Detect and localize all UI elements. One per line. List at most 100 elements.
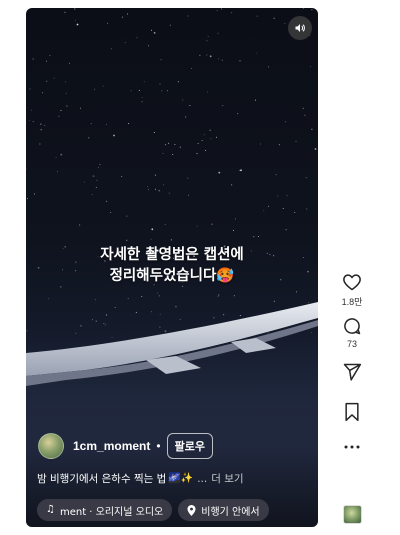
username-link[interactable]: 1cm_moment xyxy=(73,439,150,453)
star xyxy=(124,42,126,44)
star xyxy=(188,194,189,196)
star xyxy=(97,166,99,168)
star xyxy=(147,186,149,188)
star xyxy=(113,134,115,137)
star xyxy=(190,67,192,69)
like-action: 1.8만 xyxy=(334,272,370,307)
star xyxy=(217,32,219,34)
star xyxy=(153,32,156,34)
audio-chip[interactable]: ♫ ment · 오리지널 오디오 xyxy=(37,499,173,521)
star xyxy=(60,153,63,156)
star xyxy=(207,91,209,93)
star xyxy=(161,90,163,92)
star xyxy=(147,45,149,47)
mute-toggle-button[interactable] xyxy=(288,16,312,40)
star xyxy=(168,192,170,194)
star xyxy=(259,143,261,145)
star xyxy=(46,60,48,62)
star xyxy=(40,129,42,131)
star xyxy=(165,144,167,146)
star xyxy=(216,136,217,138)
star xyxy=(256,15,258,17)
star xyxy=(60,110,62,111)
star xyxy=(76,23,79,26)
reel-video[interactable]: 자세한 촬영법은 캡션에 정리해두었습니다🥵 1cm_moment • 팔로우 … xyxy=(26,8,318,527)
caption-emoji: 🌌✨ xyxy=(168,473,194,484)
star xyxy=(110,211,112,213)
star xyxy=(282,208,284,209)
star xyxy=(263,210,265,212)
star xyxy=(127,13,129,15)
caption[interactable]: 밤 비행기에서 은하수 찍는 법 🌌✨ ... 더 보기 xyxy=(37,471,244,486)
location-chip[interactable]: 비행기 안에서 xyxy=(178,499,269,521)
bookmark-icon[interactable] xyxy=(343,402,361,422)
star xyxy=(197,143,199,145)
star xyxy=(154,174,156,176)
star xyxy=(187,15,189,17)
star xyxy=(218,294,220,296)
star xyxy=(255,99,256,101)
star xyxy=(32,58,34,60)
star xyxy=(172,154,174,155)
star xyxy=(29,88,31,90)
star xyxy=(136,37,138,39)
star xyxy=(199,54,201,56)
star xyxy=(201,140,203,142)
star xyxy=(257,236,259,237)
star xyxy=(256,52,258,54)
send-icon[interactable] xyxy=(342,362,362,382)
avatar[interactable] xyxy=(38,433,64,459)
heart-icon[interactable] xyxy=(342,272,362,292)
star xyxy=(216,10,218,11)
star xyxy=(168,142,170,144)
more-link[interactable]: 더 보기 xyxy=(211,471,243,486)
star xyxy=(83,181,85,183)
more-icon[interactable] xyxy=(344,444,360,450)
star xyxy=(107,22,109,24)
star xyxy=(49,55,51,56)
star xyxy=(151,228,154,231)
action-bar: 1.8만 73 xyxy=(334,272,370,450)
star xyxy=(162,153,164,154)
audio-label: ment · 오리지널 오디오 xyxy=(59,506,164,518)
star xyxy=(92,175,95,178)
star xyxy=(187,177,189,179)
star xyxy=(177,81,179,83)
star xyxy=(28,119,30,121)
star xyxy=(207,36,209,37)
star xyxy=(211,223,213,225)
star xyxy=(160,59,162,61)
star xyxy=(150,238,152,240)
star xyxy=(58,115,60,117)
star xyxy=(164,224,166,225)
original-audio-thumbnail[interactable] xyxy=(343,505,362,524)
star xyxy=(284,121,286,123)
star xyxy=(310,66,312,68)
star xyxy=(278,144,280,146)
star xyxy=(74,8,76,10)
star xyxy=(217,58,219,60)
star xyxy=(294,211,296,213)
star xyxy=(284,23,286,25)
star xyxy=(169,24,171,26)
star xyxy=(295,140,297,142)
star xyxy=(138,89,140,91)
star xyxy=(167,90,169,92)
star xyxy=(99,164,101,165)
follow-button[interactable]: 팔로우 xyxy=(166,433,213,459)
comment-icon[interactable] xyxy=(342,316,362,336)
star xyxy=(302,107,304,109)
star xyxy=(273,17,275,19)
star xyxy=(218,171,221,174)
star xyxy=(286,195,288,197)
star xyxy=(121,175,123,177)
star xyxy=(179,146,181,148)
star xyxy=(231,12,233,14)
comment-action: 73 xyxy=(334,316,370,350)
star xyxy=(222,105,224,107)
star xyxy=(221,59,223,61)
star xyxy=(158,295,160,297)
star xyxy=(90,123,92,125)
star xyxy=(56,171,58,173)
star xyxy=(268,205,270,207)
